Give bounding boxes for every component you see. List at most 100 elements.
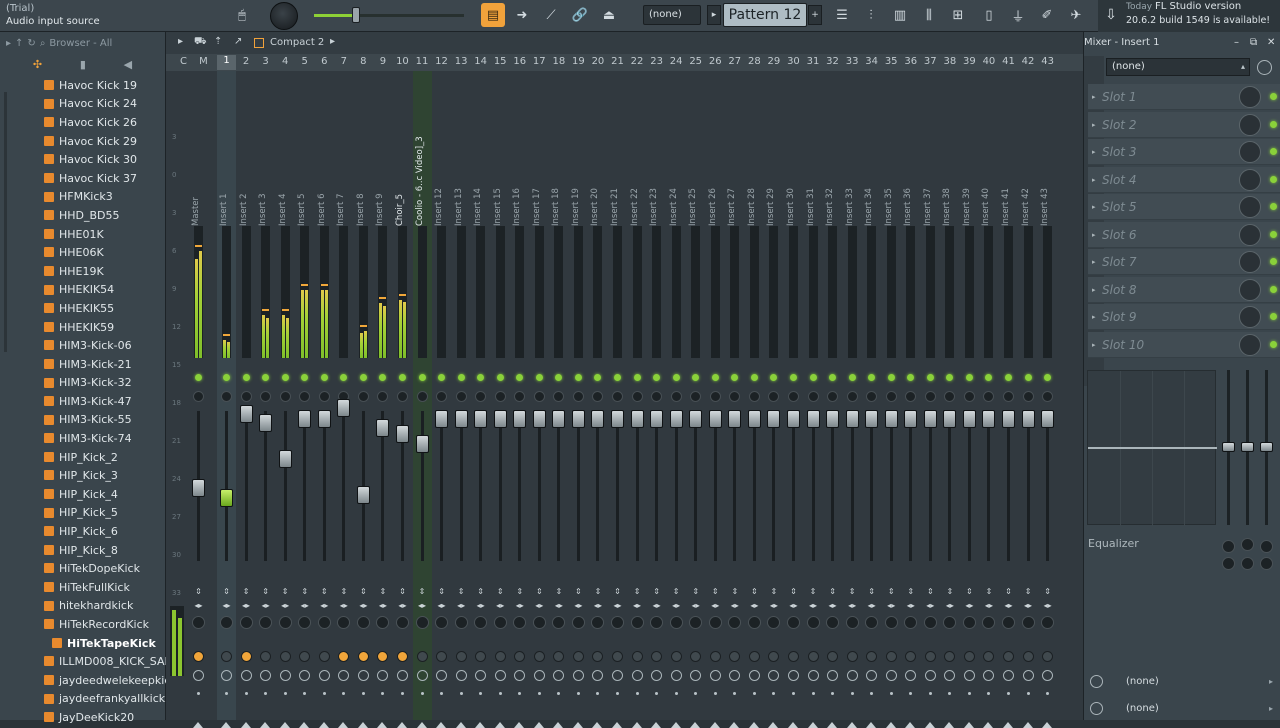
file-item[interactable]: HIP_Kick_2 — [0, 448, 166, 467]
stereo-knob[interactable] — [533, 391, 545, 402]
file-item[interactable]: HIM3-Kick-55 — [0, 411, 166, 430]
slot-mix-knob[interactable] — [1239, 278, 1261, 301]
file-item[interactable]: HiTekTapeKick — [0, 634, 166, 653]
browser-file-icon[interactable]: ▮ — [80, 58, 86, 71]
mute-led[interactable] — [496, 374, 504, 381]
send-arrow-icon[interactable] — [885, 722, 896, 728]
browser-search-icon[interactable]: ⌕ — [40, 38, 46, 49]
record-arm-icon[interactable] — [240, 651, 252, 662]
pan-knob[interactable] — [435, 616, 449, 629]
record-arm-icon[interactable] — [338, 651, 350, 662]
file-item[interactable]: jaydeefrankyallkick1 — [0, 690, 172, 709]
layout-next-icon[interactable]: ▸ — [330, 36, 335, 47]
slot-enable-led[interactable] — [1270, 258, 1277, 265]
insert-strip[interactable]: Insert 1 ⇕ ◂▸ — [217, 71, 236, 728]
track-number[interactable]: 27 — [725, 56, 744, 67]
send-dot[interactable] — [909, 692, 913, 695]
step-sequencer-icon[interactable]: ⫶ — [859, 3, 883, 27]
channel-rack-icon[interactable]: ⊞ — [946, 3, 970, 27]
send-arrow-icon[interactable] — [827, 722, 838, 728]
insert-strip[interactable]: Insert 9 ⇕ ◂▸ — [373, 71, 392, 728]
insert-strip[interactable]: Insert 7 ⇕ ◂▸ — [334, 71, 353, 728]
route-icon[interactable] — [357, 670, 369, 681]
track-number[interactable]: 21 — [608, 56, 627, 67]
send-arrow-icon[interactable] — [787, 722, 798, 728]
link-icon[interactable]: 🔗 — [568, 3, 592, 27]
mixer-menu-icon[interactable]: ▸ — [178, 36, 183, 47]
expand-icon[interactable]: ▸ — [1092, 176, 1096, 184]
mute-led[interactable] — [359, 374, 367, 381]
record-arm-icon[interactable] — [221, 651, 232, 662]
volume-fader[interactable] — [728, 409, 742, 428]
stereo-knob[interactable] — [924, 391, 936, 402]
stereo-knob[interactable] — [514, 391, 526, 402]
volume-fader[interactable] — [845, 409, 859, 428]
route-icon[interactable] — [807, 670, 819, 681]
browser-collapse-icon[interactable]: ✣ — [33, 58, 42, 71]
download-icon[interactable]: ⇩ — [1100, 4, 1122, 26]
mute-led[interactable] — [195, 374, 202, 381]
send-dot[interactable] — [557, 692, 561, 695]
effect-slot[interactable]: ▸ Slot 2 — [1088, 111, 1280, 138]
stereo-knob[interactable] — [983, 391, 995, 402]
stereo-knob[interactable] — [670, 391, 682, 402]
swap-arrows-icon[interactable]: ⇕ ◂▸ — [631, 585, 644, 613]
track-number[interactable]: 13 — [452, 56, 471, 67]
send-dot[interactable] — [811, 692, 815, 695]
route-icon[interactable] — [475, 670, 487, 681]
pan-knob[interactable] — [532, 616, 546, 629]
stereo-knob[interactable] — [260, 391, 272, 402]
record-arm-icon[interactable] — [279, 651, 291, 662]
pan-knob[interactable] — [689, 616, 703, 629]
file-item[interactable]: HHEKIK55 — [0, 299, 166, 318]
file-item[interactable]: HiTekFullKick — [0, 578, 166, 597]
slot-enable-led[interactable] — [1270, 313, 1277, 320]
typing-keyboard-icon[interactable]: ▤ — [481, 3, 505, 27]
swap-arrows-icon[interactable]: ⇕ ◂▸ — [337, 585, 350, 613]
effect-slot[interactable]: ▸ Slot 8 — [1088, 276, 1280, 303]
mute-led[interactable] — [633, 374, 641, 381]
volume-fader[interactable] — [708, 409, 722, 428]
record-arm-icon[interactable] — [592, 651, 604, 662]
swap-arrows-icon[interactable]: ⇕ ◂▸ — [552, 585, 565, 613]
record-arm-icon[interactable] — [494, 651, 506, 662]
send-dot[interactable] — [850, 692, 854, 695]
track-number[interactable]: 41 — [999, 56, 1018, 67]
track-number[interactable]: 5 — [295, 56, 314, 67]
route-icon[interactable] — [846, 670, 858, 681]
pan-knob[interactable] — [845, 616, 859, 629]
pan-knob[interactable] — [806, 616, 820, 629]
send-dot[interactable] — [674, 692, 678, 695]
slot-mix-knob[interactable] — [1239, 251, 1261, 273]
maximize-icon[interactable]: ⧉ — [1250, 32, 1257, 54]
insert-strip[interactable]: Insert 26 ⇕ ◂▸ — [706, 71, 725, 728]
send-dot[interactable] — [655, 692, 659, 695]
insert-strip[interactable]: Insert 17 ⇕ ◂▸ — [530, 71, 549, 728]
slot-mix-knob[interactable] — [1239, 333, 1261, 356]
route-icon[interactable] — [729, 670, 741, 681]
record-arm-icon[interactable] — [983, 651, 995, 662]
audio-output-route[interactable]: (none) ▸ — [1084, 697, 1280, 721]
send-arrow-icon[interactable] — [651, 722, 662, 728]
expand-icon[interactable]: ▸ — [1092, 258, 1096, 266]
eq-mid-knob[interactable] — [1241, 538, 1254, 551]
record-arm-icon[interactable] — [866, 651, 878, 662]
track-number[interactable]: 35 — [882, 56, 901, 67]
send-dot[interactable] — [889, 692, 893, 695]
route-icon[interactable] — [377, 670, 389, 681]
insert-strip[interactable]: Insert 24 ⇕ ◂▸ — [667, 71, 686, 728]
mute-led[interactable] — [457, 374, 465, 381]
step-edit-arrow-icon[interactable]: ➜ — [510, 3, 534, 27]
send-arrow-icon[interactable] — [983, 722, 994, 728]
record-arm-icon[interactable] — [416, 651, 428, 662]
send-dot[interactable] — [264, 692, 268, 695]
volume-fader[interactable] — [943, 409, 957, 428]
record-arm-icon[interactable] — [572, 651, 584, 662]
send-arrow-icon[interactable] — [748, 722, 759, 728]
track-number[interactable]: 15 — [491, 56, 510, 67]
insert-strip[interactable]: Insert 13 ⇕ ◂▸ — [452, 71, 471, 728]
volume-fader[interactable] — [395, 424, 409, 443]
send-arrow-icon[interactable] — [709, 722, 720, 728]
send-dot[interactable] — [381, 692, 385, 695]
volume-fader[interactable] — [513, 409, 527, 428]
